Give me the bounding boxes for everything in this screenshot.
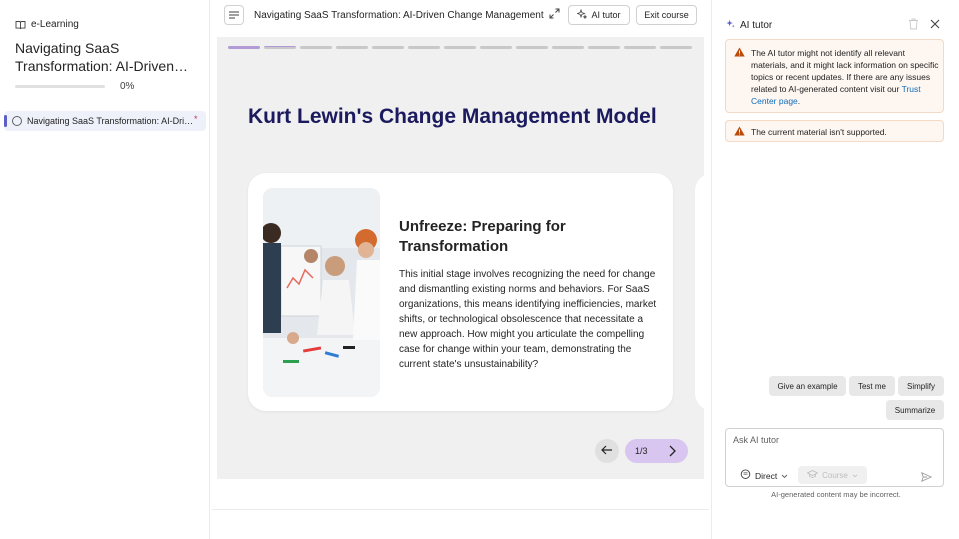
progress-segment (444, 46, 476, 49)
next-slide-button[interactable] (665, 444, 679, 463)
ai-tutor-button[interactable]: AI tutor (568, 5, 630, 25)
slide-counter: 1/3 (635, 446, 648, 456)
card-heading: Unfreeze: Preparing for Transformation (399, 218, 566, 255)
card-body-text: This initial stage involves recognizing … (399, 269, 657, 370)
progress-segment (408, 46, 440, 49)
course-progress-bar (15, 85, 105, 88)
progress-segment (300, 46, 332, 49)
trash-icon[interactable] (908, 17, 919, 35)
ask-box: Direct Course (725, 428, 944, 487)
sparkle-icon (726, 19, 735, 31)
progress-segment (624, 46, 656, 49)
course-toolbar: Navigating SaaS Transformation: AI-Drive… (212, 0, 709, 31)
slide-stage: Kurt Lewin's Change Management Model Unf… (217, 37, 704, 479)
course-progress-percent: 0% (120, 81, 135, 92)
chevron-right-icon (669, 445, 676, 457)
progress-segment (264, 46, 296, 49)
chat-bubble-icon (740, 469, 751, 482)
hamburger-icon (229, 6, 239, 24)
progress-segment (336, 46, 368, 49)
expand-icon (549, 6, 560, 24)
menu-toggle-button[interactable] (224, 5, 244, 25)
exit-course-button[interactable]: Exit course (636, 5, 697, 25)
slide-title: Kurt Lewin's Change Management Model (248, 105, 657, 128)
slide-progress-segments (228, 46, 692, 49)
sparkle-icon (576, 8, 588, 21)
progress-segment (516, 46, 548, 49)
mode-dropdown[interactable]: Direct (740, 469, 788, 482)
progress-segment (660, 46, 692, 49)
summarize-chip[interactable]: Summarize (886, 400, 944, 420)
test-me-chip[interactable]: Test me (849, 376, 895, 396)
graduation-cap-icon (806, 470, 819, 480)
course-scope-button[interactable]: Course (798, 466, 867, 484)
warning-text: The AI tutor might not identify all rele… (751, 47, 939, 107)
progress-segment (552, 46, 584, 49)
arrow-left-icon (601, 442, 613, 460)
course-sidebar: e-Learning Navigating SaaS Transformatio… (0, 0, 210, 539)
content-card: Unfreeze: Preparing for Transformation T… (248, 173, 673, 411)
chevron-down-icon (852, 471, 858, 480)
unsupported-text: The current material isn't supported. (751, 127, 887, 137)
sidebar-item-label: Navigating SaaS Transformation: AI-Dri… (27, 116, 194, 126)
previous-slide-button[interactable] (595, 439, 619, 463)
warning-icon (734, 126, 745, 139)
book-icon (15, 20, 26, 30)
next-card-peek (695, 173, 704, 411)
required-marker: * (194, 114, 198, 124)
panel-title: AI tutor (740, 19, 773, 31)
progress-segment (480, 46, 512, 49)
send-icon[interactable] (921, 469, 933, 487)
slide-pager: 1/3 (625, 439, 688, 463)
panel-header: AI tutor (726, 19, 772, 31)
course-title: Navigating SaaS Transformation: AI-Drive… (15, 40, 188, 74)
give-example-chip[interactable]: Give an example (769, 376, 846, 396)
lesson-title: Navigating SaaS Transformation: AI-Drive… (254, 10, 544, 21)
status-circle-icon (12, 116, 22, 126)
sidebar-item-module[interactable]: Navigating SaaS Transformation: AI-Dri… … (4, 111, 206, 131)
expand-button[interactable] (546, 7, 562, 23)
mode-label: Direct (755, 470, 778, 481)
warning-icon (734, 47, 745, 60)
progress-segment (228, 46, 260, 49)
selected-indicator (4, 115, 7, 127)
simplify-chip[interactable]: Simplify (898, 376, 944, 396)
unsupported-warning: The current material isn't supported. (725, 120, 944, 142)
ask-ai-tutor-input[interactable] (733, 435, 933, 445)
ai-disclaimer: AI-generated content may be incorrect. (771, 490, 901, 499)
progress-segment (588, 46, 620, 49)
course-label: Course (822, 470, 848, 480)
warning-text-end: . (797, 96, 801, 106)
progress-segment (372, 46, 404, 49)
ai-tutor-button-label: AI tutor (591, 10, 621, 20)
app-header: e-Learning (15, 19, 79, 30)
team-meeting-image (263, 188, 380, 397)
divider (212, 509, 709, 510)
close-icon[interactable] (929, 17, 941, 35)
chevron-down-icon (781, 471, 788, 481)
ai-tutor-panel: AI tutor The AI tutor might not identify… (711, 0, 959, 539)
app-name: e-Learning (31, 19, 79, 30)
disclaimer-warning: The AI tutor might not identify all rele… (725, 39, 944, 113)
